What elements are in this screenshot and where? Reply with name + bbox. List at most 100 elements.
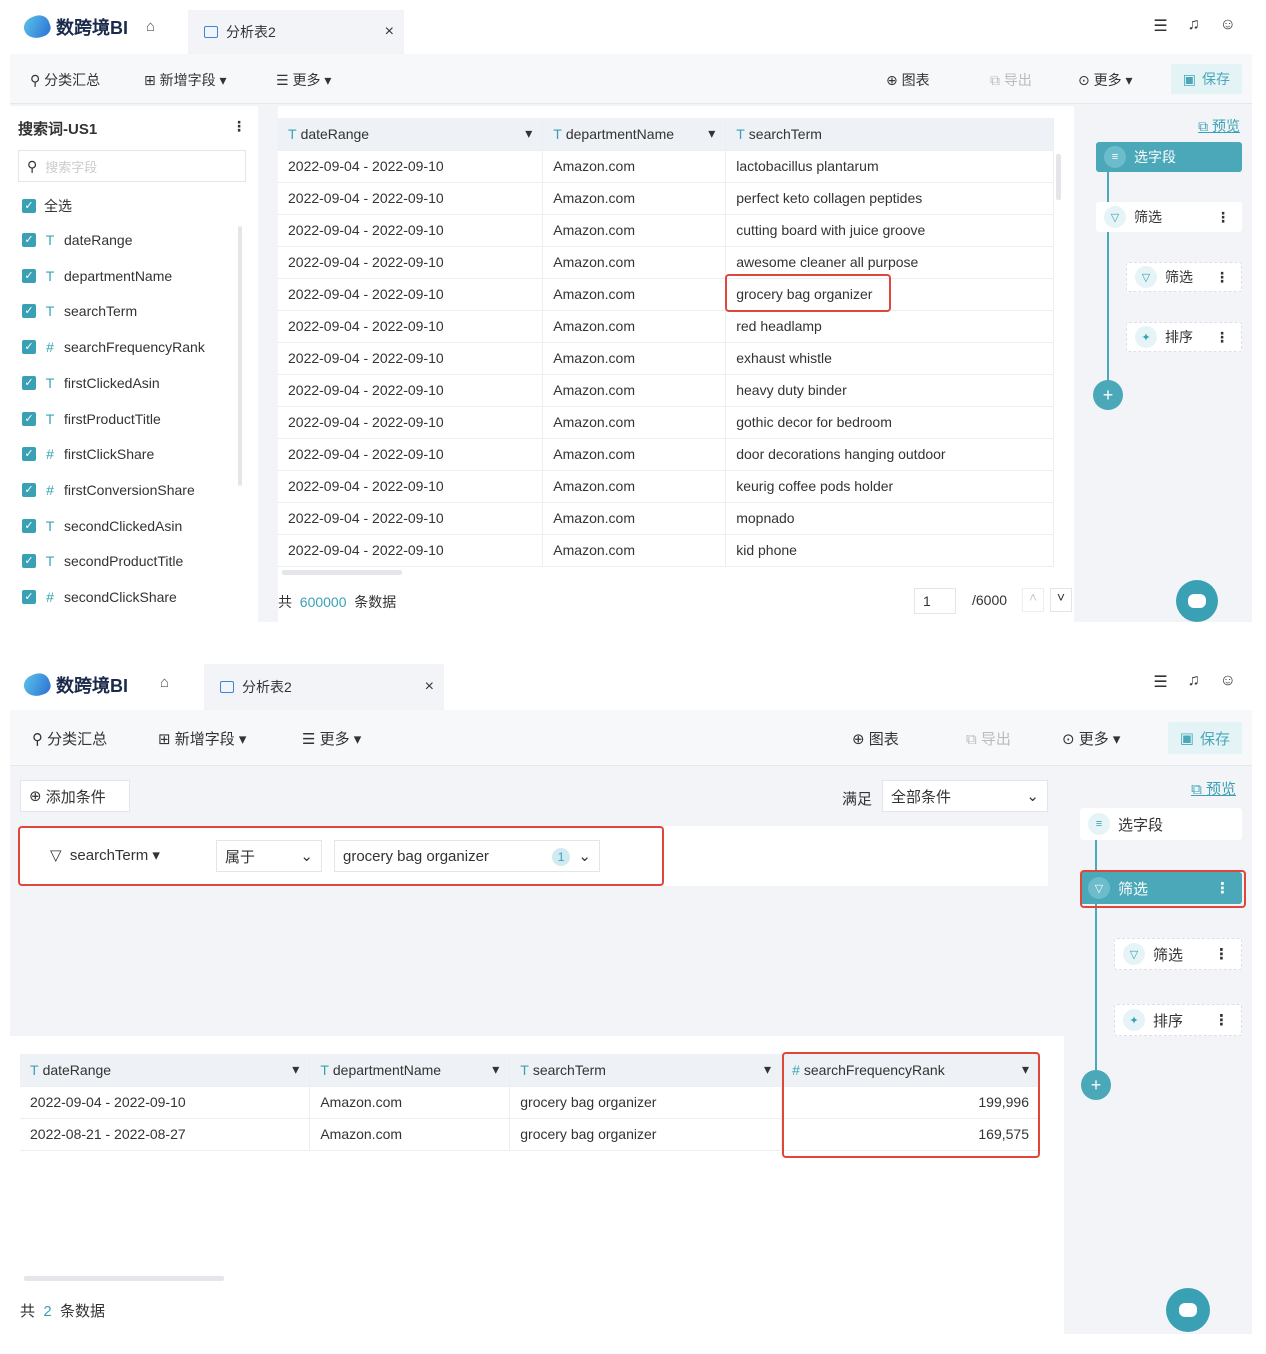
checkbox-icon[interactable]: ✓ [22,375,36,390]
field-item-secondClickedAsin[interactable]: ✓ TsecondClickedAsin [22,518,182,534]
table-cell[interactable]: heavy duty binder [725,374,1054,407]
field-item-firstConversionShare[interactable]: ✓ # firstConversionShare [22,482,195,498]
checkbox-icon[interactable]: ✓ [22,518,36,533]
table-cell[interactable]: 2022-09-04 - 2022-09-10 [20,1086,311,1119]
table-cell[interactable]: mopnado [725,502,1054,535]
add-step-button[interactable]: + [1081,1070,1111,1100]
column-menu-icon[interactable]: ▾ [764,1061,771,1078]
table-cell[interactable]: keurig coffee pods holder [725,470,1054,503]
table-cell[interactable]: Amazon.com [542,406,727,439]
field-item-searchTerm[interactable]: ✓ TsearchTerm [22,303,137,319]
sidebar-scrollbar[interactable] [238,226,242,486]
node-menu-icon[interactable]: ⋮ [1216,209,1230,226]
checkbox-icon[interactable]: ✓ [22,590,36,604]
checkbox-icon[interactable]: ✓ [22,268,36,283]
tab-analysis[interactable]: 分析表2 × [188,10,404,54]
tab-close-icon[interactable]: × [425,678,434,696]
table-vscroll[interactable] [1056,154,1061,200]
chart-button[interactable]: ⊕ 图表 [852,728,899,749]
table-cell[interactable]: cutting board with juice groove [725,214,1054,247]
table-cell[interactable]: 2022-09-04 - 2022-09-10 [278,246,544,279]
more-right-button[interactable]: ⊙ 更多 ▾ [1078,70,1133,90]
table-cell[interactable]: Amazon.com [542,342,727,375]
table-cell[interactable]: grocery bag organizer [509,1086,783,1119]
table-cell[interactable]: gothic decor for bedroom [725,406,1054,439]
flow-node-select-fields[interactable]: ≡ 选字段 [1096,142,1242,172]
checkbox-icon[interactable]: ✓ [22,411,36,426]
page-down-icon[interactable]: ˅ [1050,588,1072,612]
list-icon[interactable]: ☰ [1153,672,1167,692]
bell-icon[interactable]: ♫ [1188,16,1200,36]
table-cell[interactable]: Amazon.com [542,214,727,247]
checkbox-icon[interactable]: ✓ [22,447,36,462]
checkbox-icon[interactable]: ✓ [22,482,36,497]
field-item-firstProductTitle[interactable]: ✓ TfirstProductTitle [22,411,161,427]
sidebar-menu-icon[interactable]: ⋮ [232,118,246,135]
user-icon[interactable]: ☺ [1220,16,1236,36]
field-item-departmentName[interactable]: ✓ TdepartmentName [22,268,172,284]
table-cell[interactable]: grocery bag organizer [509,1118,783,1151]
node-menu-icon[interactable]: ⋮ [1214,945,1229,963]
node-menu-icon[interactable]: ⋮ [1215,269,1229,286]
home-icon[interactable]: ⌂ [160,674,169,691]
preview-link[interactable]: ⧉ 预览 [1191,778,1236,799]
table-cell[interactable]: Amazon.com [542,150,727,183]
checkbox-icon[interactable]: ✓ [22,304,36,319]
page-input[interactable]: 1 [914,588,956,614]
add-field-button[interactable]: ⊞ 新增字段 ▾ [144,70,227,90]
table-cell[interactable]: 2022-09-04 - 2022-09-10 [278,342,544,375]
flow-node-sort[interactable]: ✦ 排序 ⋮ [1114,1004,1242,1036]
more-left-button[interactable]: ☰ 更多 ▾ [276,70,331,90]
node-menu-icon[interactable]: ⋮ [1215,329,1229,346]
flow-node-filter-sub[interactable]: ▽ 筛选 ⋮ [1114,938,1242,970]
table-cell[interactable]: Amazon.com [542,182,727,215]
table-cell[interactable]: red headlamp [725,310,1054,343]
table-cell[interactable]: 2022-08-21 - 2022-08-27 [20,1118,311,1151]
save-button[interactable]: ▣ 保存 [1170,64,1242,94]
field-item-secondProductTitle[interactable]: ✓ TsecondProductTitle [22,553,183,569]
field-search-input[interactable]: ⚲ 搜索字段 [18,150,246,182]
page-up-icon[interactable]: ˄ [1022,588,1044,612]
home-icon[interactable]: ⌂ [146,18,155,35]
column-menu-icon[interactable]: ▾ [292,1061,299,1078]
export-button[interactable]: ⧉ 导出 [990,70,1032,90]
table-cell[interactable]: kid phone [725,534,1054,567]
table-cell[interactable]: lactobacillus plantarum [725,150,1054,183]
flow-node-select-fields[interactable]: ≡ 选字段 [1080,808,1242,840]
table-cell[interactable]: Amazon.com [542,310,727,343]
table-hscroll[interactable] [24,1276,224,1281]
tab-analysis[interactable]: 分析表2 × [204,664,444,710]
column-menu-icon[interactable]: ▾ [525,125,532,142]
export-button[interactable]: ⧉ 导出 [966,728,1011,749]
field-item-firstClickShare[interactable]: ✓ # firstClickShare [22,446,154,462]
user-icon[interactable]: ☺ [1220,672,1236,692]
table-cell[interactable]: Amazon.com [542,374,727,407]
checkbox-icon[interactable]: ✓ [22,233,36,247]
field-item-secondClickShare[interactable]: ✓ # secondClickShare [22,589,177,605]
column-header-searchTerm[interactable]: TsearchTerm ▾ [509,1054,783,1087]
flow-node-filter-sub[interactable]: ▽ 筛选 ⋮ [1126,262,1242,292]
field-item-searchFrequencyRank[interactable]: ✓ # searchFrequencyRank [22,339,205,355]
table-cell[interactable]: Amazon.com [309,1086,511,1119]
table-cell[interactable]: 2022-09-04 - 2022-09-10 [278,310,544,343]
category-summary-button[interactable]: ⚲ 分类汇总 [30,70,100,90]
column-header-departmentName[interactable]: TdepartmentName ▾ [309,1054,511,1087]
bell-icon[interactable]: ♫ [1188,672,1200,692]
table-cell[interactable]: 2022-09-04 - 2022-09-10 [278,278,544,311]
column-menu-icon[interactable]: ▾ [492,1061,499,1078]
flow-node-filter[interactable]: ▽ 筛选 ⋮ [1096,202,1242,232]
checkbox-icon[interactable]: ✓ [22,554,36,569]
column-header-searchTerm[interactable]: TsearchTerm [725,118,1054,151]
field-item-dateRange[interactable]: ✓ TdateRange [22,232,133,248]
add-field-button[interactable]: ⊞ 新增字段 ▾ [158,728,246,749]
checkbox-icon[interactable]: ✓ [22,340,36,355]
match-select[interactable]: 全部条件 ⌄ [882,780,1048,812]
table-cell[interactable]: Amazon.com [542,470,727,503]
chart-button[interactable]: ⊕ 图表 [886,70,930,90]
column-menu-icon[interactable]: ▾ [708,125,715,142]
list-icon[interactable]: ☰ [1153,16,1167,36]
column-header-departmentName[interactable]: TdepartmentName ▾ [542,118,727,151]
chat-bubble-icon[interactable] [1176,580,1218,622]
column-header-dateRange[interactable]: TdateRange ▾ [278,118,544,151]
table-cell[interactable]: 2022-09-04 - 2022-09-10 [278,182,544,215]
